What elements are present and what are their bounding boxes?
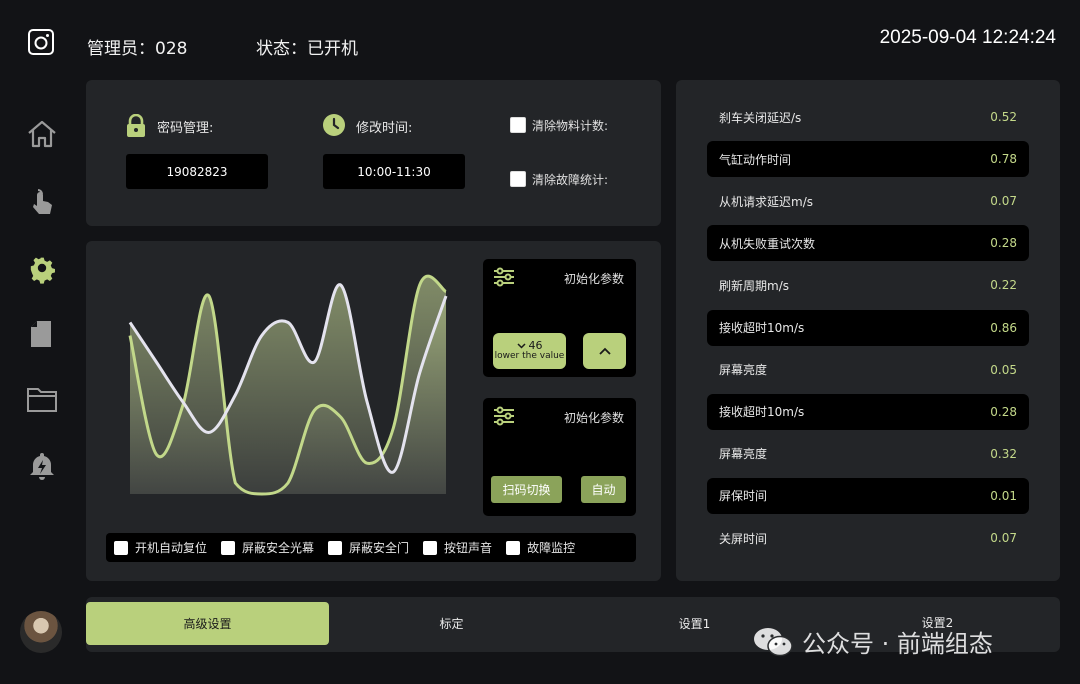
- param-value[interactable]: 0.52: [990, 110, 1017, 124]
- auto-button[interactable]: 自动: [581, 476, 626, 503]
- chevron-down-icon: [516, 342, 526, 349]
- param-row[interactable]: 刷新周期m/s 0.22: [707, 267, 1029, 303]
- watermark: 公众号 · 前端组态: [752, 624, 993, 659]
- clear-material-label: 清除物料计数:: [532, 119, 609, 133]
- lower-value-number: 46: [528, 339, 543, 352]
- param-row[interactable]: 屏幕亮度 0.32: [707, 436, 1029, 472]
- param-value[interactable]: 0.07: [990, 531, 1017, 545]
- param-row[interactable]: 接收超时10m/s 0.86: [707, 309, 1029, 346]
- param-value[interactable]: 0.05: [990, 363, 1017, 377]
- raise-value-button[interactable]: [583, 333, 626, 369]
- param-value[interactable]: 0.28: [990, 405, 1017, 419]
- param-value[interactable]: 0.07: [990, 194, 1017, 208]
- param-row[interactable]: 屏保时间 0.01: [707, 477, 1029, 514]
- admin-label: 管理员：028: [87, 39, 188, 59]
- datetime-display: 2025-09-04 12:24:24: [879, 27, 1056, 48]
- settings-panel: [86, 80, 661, 226]
- chevron-up-icon: [598, 347, 611, 355]
- password-label: 密码管理:: [157, 121, 214, 136]
- param-value[interactable]: 0.22: [990, 278, 1017, 292]
- param-value[interactable]: 0.86: [990, 321, 1017, 335]
- param-label: 接收超时10m/s: [719, 321, 805, 335]
- option-auto-reset[interactable]: 开机自动复位: [114, 539, 207, 556]
- param-label: 从机请求延迟m/s: [719, 194, 813, 209]
- clock-icon: [322, 113, 346, 137]
- param-row[interactable]: 关屏时间 0.07: [707, 520, 1029, 556]
- option-mask-safety-door[interactable]: 屏蔽安全门: [328, 539, 409, 556]
- param-value[interactable]: 0.78: [990, 152, 1017, 166]
- lower-value-button[interactable]: 46 lower the value: [493, 333, 566, 369]
- lock-icon: [125, 114, 147, 138]
- param-row[interactable]: 接收超时10m/s 0.28: [707, 393, 1029, 430]
- option-checkbox[interactable]: [328, 540, 343, 555]
- init-param-title-2: 初始化参数: [563, 411, 624, 425]
- status-label: 状态：已开机: [256, 39, 358, 59]
- option-checkbox[interactable]: [506, 540, 521, 555]
- param-label: 刹车关闭延迟/s: [719, 110, 802, 125]
- user-avatar[interactable]: [20, 611, 62, 653]
- watermark-text: 公众号 · 前端组态: [802, 630, 993, 658]
- option-mask-light-curtain[interactable]: 屏蔽安全光幕: [221, 539, 314, 556]
- param-label: 从机失败重试次数: [719, 236, 816, 251]
- option-button-sound[interactable]: 按钮声音: [423, 539, 492, 556]
- wechat-icon: [752, 626, 794, 658]
- modify-time-input[interactable]: 10:00-11:30: [323, 154, 465, 189]
- gear-icon[interactable]: [26, 252, 58, 284]
- param-row[interactable]: 从机请求延迟m/s 0.07: [707, 183, 1029, 219]
- param-row[interactable]: 屏幕亮度 0.05: [707, 352, 1029, 388]
- param-label: 屏幕亮度: [719, 447, 768, 462]
- init-param-title-1: 初始化参数: [563, 272, 624, 286]
- touch-icon[interactable]: [26, 186, 58, 218]
- sliders-icon: [493, 267, 515, 287]
- tab-calibration[interactable]: 标定: [330, 602, 573, 645]
- clear-fault-label: 清除故障统计:: [532, 173, 609, 187]
- param-row[interactable]: 从机失败重试次数 0.28: [707, 225, 1029, 262]
- alarm-icon[interactable]: [26, 450, 58, 482]
- param-label: 屏幕亮度: [719, 363, 768, 378]
- param-label: 关屏时间: [719, 531, 768, 546]
- option-checkbox[interactable]: [423, 540, 438, 555]
- options-strip: 开机自动复位 屏蔽安全光幕 屏蔽安全门 按钮声音 故障监控: [106, 533, 636, 562]
- param-value[interactable]: 0.28: [990, 236, 1017, 250]
- password-input[interactable]: 19082823: [126, 154, 268, 189]
- camera-logo-icon: [28, 29, 54, 55]
- modify-time-label: 修改时间:: [356, 121, 413, 136]
- param-label: 接收超时10m/s: [719, 405, 805, 420]
- area-chart: [128, 274, 448, 496]
- tab-advanced-settings[interactable]: 高级设置: [86, 602, 329, 645]
- param-value[interactable]: 0.01: [990, 489, 1017, 503]
- param-label: 屏保时间: [719, 489, 768, 504]
- scan-switch-button[interactable]: 扫码切换: [491, 476, 562, 503]
- clear-fault-checkbox[interactable]: [510, 171, 526, 187]
- param-row[interactable]: 气缸动作时间 0.78: [707, 141, 1029, 178]
- option-fault-monitor[interactable]: 故障监控: [506, 539, 575, 556]
- folder-icon[interactable]: [26, 383, 58, 415]
- option-checkbox[interactable]: [221, 540, 236, 555]
- param-row[interactable]: 刹车关闭延迟/s 0.52: [707, 99, 1029, 135]
- home-icon[interactable]: [26, 118, 58, 150]
- param-value[interactable]: 0.32: [990, 447, 1017, 461]
- option-checkbox[interactable]: [114, 540, 128, 555]
- document-icon[interactable]: [26, 318, 58, 350]
- param-label: 气缸动作时间: [719, 152, 792, 167]
- sliders-icon: [493, 406, 515, 426]
- lower-value-caption: lower the value: [494, 351, 565, 361]
- param-label: 刷新周期m/s: [719, 278, 789, 293]
- clear-material-checkbox[interactable]: [510, 117, 526, 133]
